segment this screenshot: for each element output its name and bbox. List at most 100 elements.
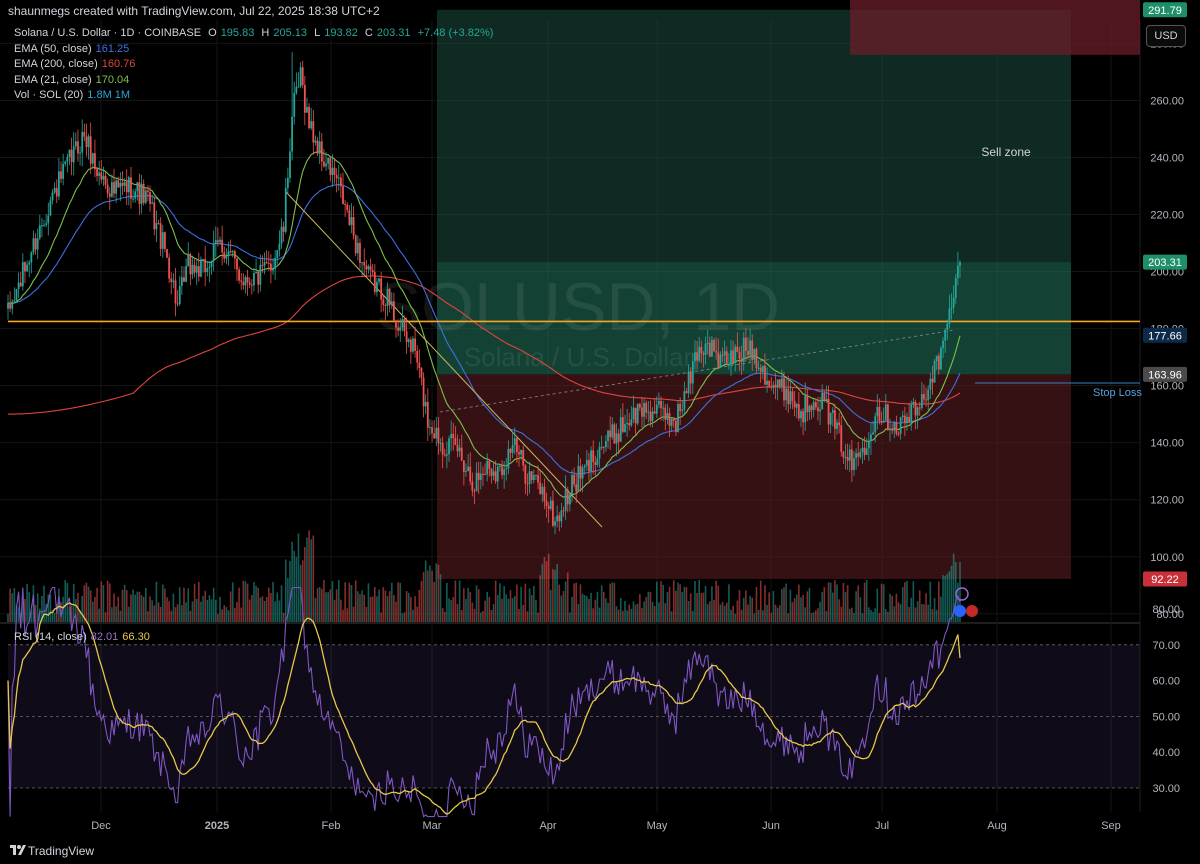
candle-body[interactable] <box>242 281 245 286</box>
candle-body[interactable] <box>98 172 101 176</box>
candle-body[interactable] <box>471 481 474 491</box>
candle-body[interactable] <box>825 398 828 401</box>
candle-body[interactable] <box>626 423 629 425</box>
candle-body[interactable] <box>842 451 845 458</box>
candle-body[interactable] <box>884 404 887 421</box>
candle-body[interactable] <box>857 453 860 457</box>
candle-body[interactable] <box>903 415 906 423</box>
candle-body[interactable] <box>653 411 656 414</box>
candle-body[interactable] <box>583 465 586 468</box>
candle-body[interactable] <box>414 338 416 351</box>
candle-body[interactable] <box>944 329 947 341</box>
candle-body[interactable] <box>388 289 391 305</box>
candle-body[interactable] <box>49 200 52 216</box>
candle-body[interactable] <box>55 187 58 197</box>
candle-body[interactable] <box>925 399 927 401</box>
candle-body[interactable] <box>704 343 707 355</box>
candle-body[interactable] <box>140 183 143 204</box>
candle-body[interactable] <box>562 510 565 512</box>
candle-body[interactable] <box>276 250 279 259</box>
candle-body[interactable] <box>895 422 898 434</box>
candle-body[interactable] <box>176 303 179 305</box>
candle-body[interactable] <box>325 163 327 167</box>
candle-body[interactable] <box>814 402 817 408</box>
candle-body[interactable] <box>734 346 737 363</box>
candle-body[interactable] <box>431 427 433 434</box>
candle-body[interactable] <box>202 259 204 261</box>
candle-body[interactable] <box>628 423 631 426</box>
candle-body[interactable] <box>615 433 618 444</box>
candle-body[interactable] <box>399 327 402 331</box>
candle-body[interactable] <box>272 268 274 271</box>
rsi-legend[interactable]: RSI (14, close) 82.01 66.30 <box>14 631 154 643</box>
candle-body[interactable] <box>846 457 849 461</box>
candle-body[interactable] <box>605 440 607 448</box>
candle-body[interactable] <box>802 411 805 423</box>
candle-body[interactable] <box>696 352 698 361</box>
candle-body[interactable] <box>344 204 347 206</box>
candle-body[interactable] <box>505 468 508 470</box>
candle-body[interactable] <box>821 393 824 410</box>
candle-body[interactable] <box>702 353 705 355</box>
candle-body[interactable] <box>448 438 450 455</box>
candle-body[interactable] <box>210 260 213 267</box>
candle-body[interactable] <box>804 395 807 423</box>
candle-body[interactable] <box>420 367 423 378</box>
candle-body[interactable] <box>590 450 592 472</box>
candle-body[interactable] <box>395 320 397 328</box>
candle-body[interactable] <box>87 136 90 148</box>
candle-body[interactable] <box>571 474 573 494</box>
candle-body[interactable] <box>416 350 419 363</box>
candle-body[interactable] <box>331 167 334 175</box>
candle-body[interactable] <box>592 450 595 463</box>
candle-body[interactable] <box>378 278 380 282</box>
candle-body[interactable] <box>94 153 96 170</box>
candle-body[interactable] <box>554 521 556 526</box>
candle-body[interactable] <box>365 265 368 270</box>
candle-body[interactable] <box>774 384 777 388</box>
candle-body[interactable] <box>700 346 703 354</box>
candle-body[interactable] <box>102 175 105 180</box>
candle-body[interactable] <box>401 319 404 328</box>
candle-body[interactable] <box>757 367 760 369</box>
candle-body[interactable] <box>270 263 272 271</box>
candle-body[interactable] <box>655 404 658 414</box>
candle-body[interactable] <box>933 361 936 383</box>
candle-body[interactable] <box>191 264 194 275</box>
candle-body[interactable] <box>515 437 518 453</box>
candle-body[interactable] <box>19 282 22 287</box>
candle-body[interactable] <box>486 460 489 475</box>
candle-body[interactable] <box>206 268 209 273</box>
candle-body[interactable] <box>564 489 567 511</box>
candle-body[interactable] <box>581 467 584 479</box>
candle-body[interactable] <box>125 182 128 193</box>
candle-body[interactable] <box>356 242 359 254</box>
candle-body[interactable] <box>638 404 641 408</box>
candle-body[interactable] <box>68 149 71 158</box>
candle-body[interactable] <box>13 300 16 302</box>
candle-body[interactable] <box>96 169 98 176</box>
candle-body[interactable] <box>556 515 559 522</box>
candle-body[interactable] <box>772 384 775 388</box>
candle-body[interactable] <box>853 458 855 471</box>
candle-body[interactable] <box>685 391 688 394</box>
candle-body[interactable] <box>880 421 883 423</box>
candle-body[interactable] <box>229 251 232 253</box>
candle-body[interactable] <box>630 419 633 426</box>
candle-body[interactable] <box>460 447 463 461</box>
currency-button[interactable]: USD <box>1146 25 1186 47</box>
candle-body[interactable] <box>437 427 440 443</box>
candle-body[interactable] <box>32 238 35 253</box>
candle-body[interactable] <box>34 238 37 250</box>
candle-body[interactable] <box>100 172 103 180</box>
candle-body[interactable] <box>681 409 684 412</box>
candle-body[interactable] <box>418 362 421 368</box>
candle-body[interactable] <box>511 445 514 453</box>
candle-body[interactable] <box>384 304 387 306</box>
candle-body[interactable] <box>259 264 262 285</box>
candle-body[interactable] <box>7 302 9 309</box>
candle-body[interactable] <box>621 417 624 432</box>
candle-body[interactable] <box>806 395 809 413</box>
candle-body[interactable] <box>721 354 724 356</box>
candle-body[interactable] <box>677 403 679 433</box>
